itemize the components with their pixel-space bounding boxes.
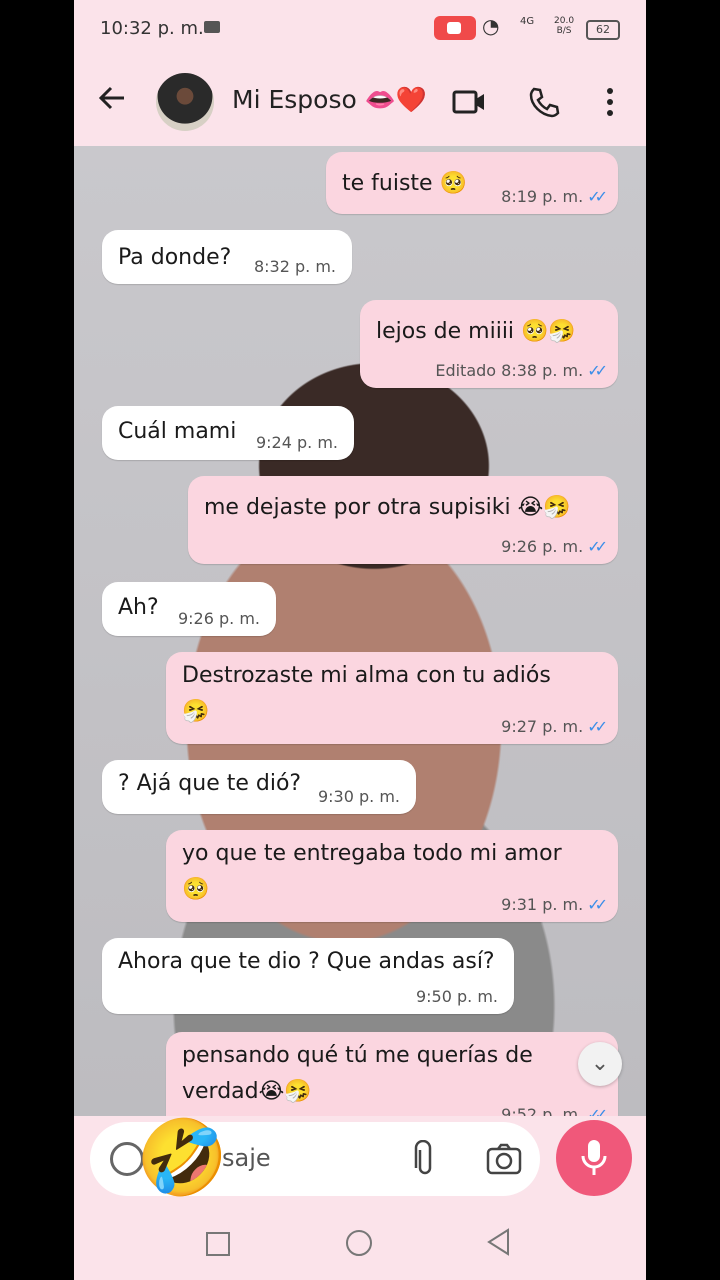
- message-time: 8:32 p. m.: [253, 257, 336, 276]
- wifi-icon: ◔: [482, 14, 500, 38]
- message-text-line-2: 🤧: [182, 699, 210, 724]
- message-bubble[interactable]: Pa donde? 8:32 p. m.: [102, 230, 352, 284]
- status-bar: 10:32 p. m. ◔ 4G 20.0 B/S 62: [74, 0, 646, 58]
- message-text: me dejaste por otra supisiki 😭🤧: [204, 495, 571, 520]
- message-bubble[interactable]: Cuál mami 9:24 p. m.: [102, 406, 354, 460]
- network-speed: 20.0 B/S: [554, 16, 575, 36]
- system-nav-bar: [74, 1204, 646, 1280]
- message-text: Destrozaste mi alma con tu adiós: [182, 663, 551, 688]
- message-bubble[interactable]: Ah? 9:26 p. m.: [102, 582, 276, 636]
- chat-header: Mi Esposo 👄❤️: [74, 58, 646, 146]
- message-bubble[interactable]: pensando qué tú me querías de verdad😭🤧 9…: [166, 1032, 618, 1116]
- message-text: Pa donde?: [118, 245, 232, 270]
- message-bubble[interactable]: Ahora que te dio ? Que andas así? 9:50 p…: [102, 938, 514, 1014]
- read-ticks-icon: ✓✓: [587, 537, 608, 556]
- back-arrow-icon[interactable]: [96, 82, 128, 118]
- message-text: te fuiste 🥺: [342, 171, 467, 196]
- message-bubble[interactable]: me dejaste por otra supisiki 😭🤧 9:26 p. …: [188, 476, 618, 564]
- video-record-icon: [204, 21, 220, 33]
- message-text: lejos de miiii 🥺🤧: [376, 319, 576, 344]
- message-time: 9:50 p. m.: [415, 987, 498, 1006]
- laughing-emoji-sticker: 🤣: [136, 1115, 229, 1201]
- message-text: ? Ajá que te dió?: [118, 771, 302, 796]
- read-ticks-icon: ✓✓: [587, 717, 608, 736]
- message-time: 9:31 p. m. ✓✓: [501, 895, 608, 914]
- read-ticks-icon: ✓✓: [587, 1105, 608, 1116]
- message-time: 9:24 p. m.: [255, 433, 338, 452]
- message-time: 9:26 p. m. ✓✓: [501, 537, 608, 556]
- contact-avatar[interactable]: [156, 73, 214, 131]
- recent-apps-icon[interactable]: [206, 1232, 230, 1256]
- read-ticks-icon: ✓✓: [587, 187, 608, 206]
- message-input-placeholder[interactable]: saje: [222, 1144, 271, 1172]
- screen-record-icon: [434, 16, 476, 40]
- camera-icon[interactable]: [486, 1142, 522, 1176]
- phone-screen: 10:32 p. m. ◔ 4G 20.0 B/S 62 Mi Esposo 👄❤…: [74, 0, 646, 1280]
- message-time: 8:19 p. m. ✓✓: [501, 187, 608, 206]
- message-text: Cuál mami: [118, 419, 237, 444]
- home-icon[interactable]: [346, 1230, 372, 1256]
- status-time: 10:32 p. m.: [100, 18, 204, 39]
- message-bubble[interactable]: ? Ajá que te dió? 9:30 p. m.: [102, 760, 416, 814]
- microphone-button[interactable]: [556, 1120, 632, 1196]
- message-text: pensando qué tú me querías de: [182, 1043, 533, 1068]
- message-text: Ahora que te dio ? Que andas así?: [118, 949, 495, 974]
- message-time: Editado 8:38 p. m. ✓✓: [435, 361, 608, 380]
- phone-call-icon[interactable]: [528, 86, 560, 118]
- message-text: yo que te entregaba todo mi amor: [182, 841, 562, 866]
- scroll-down-button[interactable]: ⌄: [578, 1042, 622, 1086]
- message-bubble[interactable]: Destrozaste mi alma con tu adiós 🤧 9:27 …: [166, 652, 618, 744]
- message-time: 9:52 p. m. ✓✓: [501, 1105, 608, 1116]
- video-call-icon[interactable]: [452, 89, 484, 114]
- read-ticks-icon: ✓✓: [587, 361, 608, 380]
- read-ticks-icon: ✓✓: [587, 895, 608, 914]
- message-time: 9:30 p. m.: [317, 787, 400, 806]
- attach-icon[interactable]: [412, 1139, 438, 1178]
- message-time: 9:26 p. m.: [177, 609, 260, 628]
- network-type: 4G: [520, 16, 535, 27]
- double-chevron-down-icon: ⌄: [590, 1051, 610, 1076]
- battery-icon: 62: [586, 20, 620, 40]
- message-text-line-2: verdad😭🤧: [182, 1079, 312, 1104]
- message-time: 9:27 p. m. ✓✓: [501, 717, 608, 736]
- message-bubble[interactable]: te fuiste 🥺 8:19 p. m. ✓✓: [326, 152, 618, 214]
- message-bubble[interactable]: yo que te entregaba todo mi amor 🥺 9:31 …: [166, 830, 618, 922]
- message-text: Ah?: [118, 595, 159, 620]
- chat-messages[interactable]: te fuiste 🥺 8:19 p. m. ✓✓ Pa donde? 8:32 …: [74, 146, 646, 1116]
- contact-name[interactable]: Mi Esposo 👄❤️: [232, 85, 427, 115]
- message-bubble[interactable]: lejos de miiii 🥺🤧 Editado 8:38 p. m. ✓✓: [360, 300, 618, 388]
- microphone-icon: [581, 1140, 607, 1175]
- more-options-icon[interactable]: [602, 86, 618, 118]
- message-text-line-2: 🥺: [182, 877, 210, 902]
- nav-back-icon[interactable]: [486, 1228, 512, 1260]
